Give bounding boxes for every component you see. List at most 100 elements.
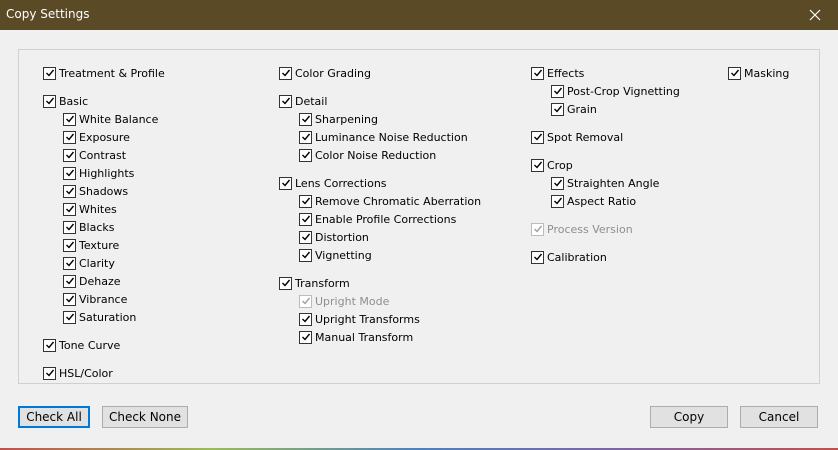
- checkbox-white-balance[interactable]: White Balance: [63, 111, 158, 127]
- checkmark-icon: [65, 313, 74, 321]
- checkbox-spot-removal[interactable]: Spot Removal: [531, 129, 623, 145]
- checkbox-luminance-noise[interactable]: Luminance Noise Reduction: [299, 129, 468, 145]
- checkbox-box[interactable]: [299, 194, 312, 208]
- checkbox-color-grading[interactable]: Color Grading: [279, 65, 371, 81]
- checkbox-distortion[interactable]: Distortion: [299, 229, 369, 245]
- checkmark-icon: [65, 205, 74, 213]
- checkbox-lens-corrections[interactable]: Lens Corrections: [279, 175, 387, 191]
- checkbox-contrast[interactable]: Contrast: [63, 147, 126, 163]
- checkbox-box[interactable]: [63, 274, 76, 288]
- checkbox-box[interactable]: [551, 84, 564, 98]
- checkbox-box[interactable]: [531, 250, 544, 264]
- checkbox-detail[interactable]: Detail: [279, 93, 327, 109]
- checkmark-icon: [65, 187, 74, 195]
- checkbox-box[interactable]: [63, 202, 76, 216]
- checkbox-box[interactable]: [299, 112, 312, 126]
- checkbox-box[interactable]: [63, 256, 76, 270]
- checkbox-blacks[interactable]: Blacks: [63, 219, 115, 235]
- checkbox-label: Aspect Ratio: [567, 194, 637, 208]
- checkbox-straighten-angle[interactable]: Straighten Angle: [551, 175, 659, 191]
- checkbox-box[interactable]: [531, 130, 544, 144]
- checkbox-box[interactable]: [63, 310, 76, 324]
- checkbox-box[interactable]: [63, 130, 76, 144]
- checkbox-remove-ca[interactable]: Remove Chromatic Aberration: [299, 193, 481, 209]
- checkbox-box[interactable]: [551, 102, 564, 116]
- checkbox-box[interactable]: [299, 312, 312, 326]
- checkbox-dehaze[interactable]: Dehaze: [63, 273, 121, 289]
- checkbox-box[interactable]: [63, 238, 76, 252]
- checkbox-clarity[interactable]: Clarity: [63, 255, 115, 271]
- checkbox-box[interactable]: [63, 148, 76, 162]
- checkbox-box[interactable]: [531, 66, 544, 80]
- checkbox-box[interactable]: [279, 94, 292, 108]
- checkbox-label: Effects: [547, 66, 585, 80]
- checkbox-saturation[interactable]: Saturation: [63, 309, 136, 325]
- checkbox-box[interactable]: [531, 158, 544, 172]
- checkbox-box[interactable]: [551, 176, 564, 190]
- checkbox-color-noise[interactable]: Color Noise Reduction: [299, 147, 436, 163]
- checkbox-label: Straighten Angle: [567, 176, 660, 190]
- checkbox-exposure[interactable]: Exposure: [63, 129, 130, 145]
- checkbox-label: Upright Transforms: [315, 312, 420, 326]
- checkbox-label: Vibrance: [79, 292, 128, 306]
- checkbox-texture[interactable]: Texture: [63, 237, 119, 253]
- checkbox-box[interactable]: [43, 94, 56, 108]
- checkbox-box[interactable]: [728, 66, 741, 80]
- checkbox-masking[interactable]: Masking: [728, 65, 789, 81]
- checkbox-box[interactable]: [299, 130, 312, 144]
- checkbox-vibrance[interactable]: Vibrance: [63, 291, 127, 307]
- checkbox-grain[interactable]: Grain: [551, 101, 597, 117]
- close-button[interactable]: [792, 0, 838, 30]
- checkbox-box[interactable]: [551, 194, 564, 208]
- checkbox-shadows[interactable]: Shadows: [63, 183, 128, 199]
- checkbox-effects[interactable]: Effects: [531, 65, 584, 81]
- checkbox-crop[interactable]: Crop: [531, 157, 573, 173]
- checkmark-icon: [65, 169, 74, 177]
- checkmark-icon: [301, 251, 310, 259]
- checkmark-icon: [281, 97, 290, 105]
- checkbox-whites[interactable]: Whites: [63, 201, 117, 217]
- check-none-button[interactable]: Check None: [102, 406, 188, 428]
- checkbox-calibration[interactable]: Calibration: [531, 249, 607, 265]
- checkbox-transform[interactable]: Transform: [279, 275, 350, 291]
- checkbox-box[interactable]: [43, 66, 56, 80]
- checkmark-icon: [281, 179, 290, 187]
- checkbox-box[interactable]: [63, 292, 76, 306]
- checkbox-box[interactable]: [279, 66, 292, 80]
- checkbox-box[interactable]: [63, 112, 76, 126]
- checkbox-vignetting[interactable]: Vignetting: [299, 247, 372, 263]
- checkbox-label: Tone Curve: [59, 338, 121, 352]
- checkbox-manual-transform[interactable]: Manual Transform: [299, 329, 413, 345]
- checkbox-hsl-color[interactable]: HSL/Color: [43, 365, 113, 381]
- checkbox-post-crop-vignetting[interactable]: Post-Crop Vignetting: [551, 83, 680, 99]
- close-icon: [809, 9, 821, 21]
- checkbox-label: Lens Corrections: [295, 176, 387, 190]
- checkbox-sharpening[interactable]: Sharpening: [299, 111, 378, 127]
- checkbox-box[interactable]: [299, 212, 312, 226]
- checkbox-basic[interactable]: Basic: [43, 93, 88, 109]
- checkbox-box[interactable]: [299, 248, 312, 262]
- checkbox-box[interactable]: [299, 330, 312, 344]
- checkbox-upright-transforms[interactable]: Upright Transforms: [299, 311, 420, 327]
- checkbox-box[interactable]: [43, 366, 56, 380]
- checkmark-icon: [301, 233, 310, 241]
- checkbox-highlights[interactable]: Highlights: [63, 165, 134, 181]
- checkbox-box[interactable]: [63, 166, 76, 180]
- checkbox-box[interactable]: [63, 184, 76, 198]
- checkbox-treatment-profile[interactable]: Treatment & Profile: [43, 65, 165, 81]
- checkbox-box[interactable]: [279, 176, 292, 190]
- checkbox-box[interactable]: [43, 338, 56, 352]
- checkmark-icon: [65, 133, 74, 141]
- checkbox-label: Treatment & Profile: [59, 66, 165, 80]
- checkbox-box[interactable]: [63, 220, 76, 234]
- cancel-button[interactable]: Cancel: [740, 406, 818, 428]
- checkbox-aspect-ratio[interactable]: Aspect Ratio: [551, 193, 636, 209]
- checkbox-profile-corrections[interactable]: Enable Profile Corrections: [299, 211, 456, 227]
- check-all-button[interactable]: Check All: [18, 406, 90, 428]
- checkbox-box[interactable]: [299, 230, 312, 244]
- checkbox-box[interactable]: [299, 148, 312, 162]
- copy-button[interactable]: Copy: [650, 406, 728, 428]
- checkmark-icon: [301, 133, 310, 141]
- checkbox-box[interactable]: [279, 276, 292, 290]
- checkbox-tone-curve[interactable]: Tone Curve: [43, 337, 120, 353]
